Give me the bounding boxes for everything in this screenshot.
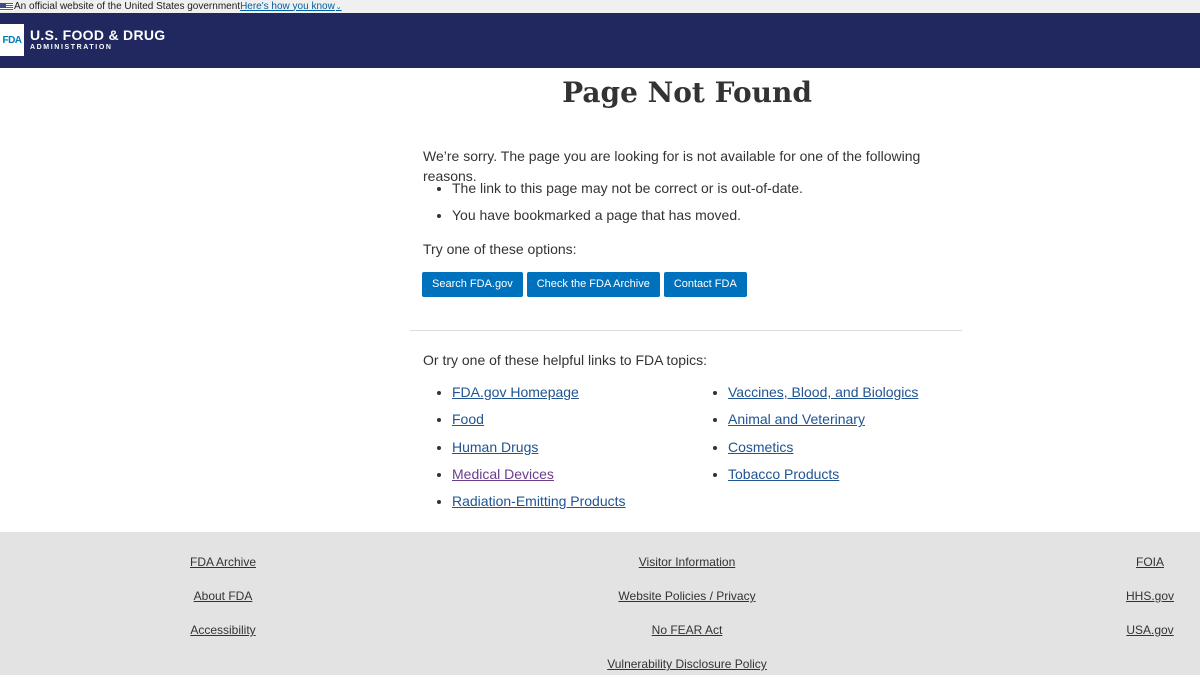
topic-link-radiation-emitting-products[interactable]: Radiation-Emitting Products — [452, 493, 626, 509]
topic-item: Cosmetics — [728, 434, 918, 461]
gov-banner: An official website of the United States… — [0, 0, 1200, 13]
footer-column-2: Visitor Information Website Policies / P… — [567, 554, 807, 690]
footer-link-vulnerability-disclosure[interactable]: Vulnerability Disclosure Policy — [567, 656, 807, 690]
footer-link-website-policies[interactable]: Website Policies / Privacy — [567, 588, 807, 622]
topic-item: Food — [452, 406, 626, 433]
page-title: Page Not Found — [562, 76, 812, 109]
footer-column-3: FOIA HHS.gov USA.gov — [1110, 554, 1190, 656]
topic-link-medical-devices[interactable]: Medical Devices — [452, 466, 554, 482]
topics-list-right: Vaccines, Blood, and Biologics Animal an… — [699, 379, 918, 488]
topic-item: Animal and Veterinary — [728, 406, 918, 433]
agency-subtitle: ADMINISTRATION — [30, 44, 113, 51]
site-footer: FDA Archive About FDA Accessibility Visi… — [0, 532, 1200, 675]
footer-link-hhs-gov[interactable]: HHS.gov — [1110, 588, 1190, 622]
topic-item: Vaccines, Blood, and Biologics — [728, 379, 918, 406]
search-fda-button[interactable]: Search FDA.gov — [422, 272, 523, 297]
topic-link-vaccines-blood-biologics[interactable]: Vaccines, Blood, and Biologics — [728, 384, 918, 400]
topics-list-left: FDA.gov Homepage Food Human Drugs Medica… — [423, 379, 626, 515]
footer-link-about-fda[interactable]: About FDA — [163, 588, 283, 622]
footer-link-usa-gov[interactable]: USA.gov — [1110, 622, 1190, 656]
fda-logo-mark: FDA — [2, 34, 22, 46]
topic-link-animal-veterinary[interactable]: Animal and Veterinary — [728, 411, 865, 427]
site-header: FDA U.S. FOOD & DRUG ADMINISTRATION — [0, 13, 1200, 68]
check-archive-button[interactable]: Check the FDA Archive — [526, 272, 660, 297]
gov-banner-text: An official website of the United States… — [14, 1, 241, 12]
footer-column-1: FDA Archive About FDA Accessibility — [163, 554, 283, 656]
topic-link-human-drugs[interactable]: Human Drugs — [452, 439, 538, 455]
footer-link-foia[interactable]: FOIA — [1110, 554, 1190, 588]
footer-link-accessibility[interactable]: Accessibility — [163, 622, 283, 656]
sorry-text: We’re sorry. The page you are looking fo… — [423, 148, 921, 184]
topic-item: FDA.gov Homepage — [452, 379, 626, 406]
error-message: We’re sorry. The page you are looking fo… — [423, 146, 963, 229]
options-text: Try one of these options: — [423, 241, 577, 257]
agency-title[interactable]: U.S. FOOD & DRUG — [30, 27, 165, 43]
topic-item: Human Drugs — [452, 434, 626, 461]
topic-link-cosmetics[interactable]: Cosmetics — [728, 439, 793, 455]
reasons-list: The link to this page may not be correct… — [423, 175, 963, 229]
topic-link-fda-homepage[interactable]: FDA.gov Homepage — [452, 384, 579, 400]
fda-logo[interactable]: FDA — [0, 24, 24, 56]
us-flag-icon — [0, 2, 13, 11]
chevron-down-icon: ⌄ — [335, 3, 342, 11]
footer-link-visitor-information[interactable]: Visitor Information — [567, 554, 807, 588]
topic-item: Medical Devices — [452, 461, 626, 488]
heres-how-you-know-label: Here's how you know — [240, 0, 335, 12]
topic-link-tobacco-products[interactable]: Tobacco Products — [728, 466, 839, 482]
topic-item: Tobacco Products — [728, 461, 918, 488]
reason-item: You have bookmarked a page that has move… — [452, 202, 963, 229]
divider — [410, 330, 962, 331]
topic-item: Radiation-Emitting Products — [452, 488, 626, 515]
option-buttons: Search FDA.gov Check the FDA Archive Con… — [422, 272, 747, 297]
topic-link-food[interactable]: Food — [452, 411, 484, 427]
footer-link-no-fear-act[interactable]: No FEAR Act — [567, 622, 807, 656]
heres-how-you-know-link[interactable]: Here's how you know⌄ — [240, 0, 342, 14]
reason-item: The link to this page may not be correct… — [452, 175, 963, 202]
contact-fda-button[interactable]: Contact FDA — [663, 272, 747, 297]
helpful-links-text: Or try one of these helpful links to FDA… — [423, 352, 708, 368]
footer-link-fda-archive[interactable]: FDA Archive — [163, 554, 283, 588]
